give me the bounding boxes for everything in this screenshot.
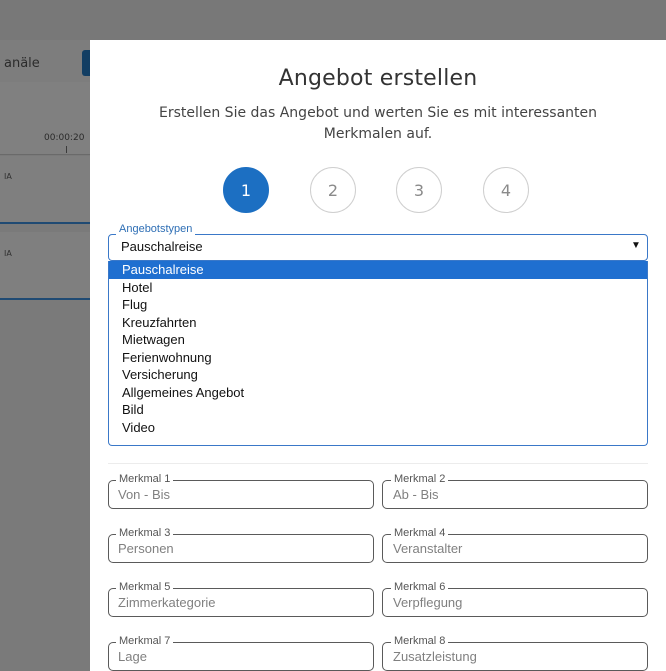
dropdown-arrow-icon[interactable]: ▼ xyxy=(631,240,641,251)
option-bild[interactable]: Bild xyxy=(109,401,647,419)
option-mietwagen[interactable]: Mietwagen xyxy=(109,331,647,349)
background-timeline-ruler xyxy=(0,82,90,155)
background-tab-channels: anäle xyxy=(4,56,40,71)
offer-type-dropdown-list: Pauschalreise Hotel Flug Kreuzfahrten Mi… xyxy=(108,261,648,446)
feature-1-placeholder: Von - Bis xyxy=(118,487,171,502)
feature-6-placeholder: Verpflegung xyxy=(393,595,463,610)
section-divider xyxy=(108,463,648,464)
option-hotel[interactable]: Hotel xyxy=(109,279,647,297)
feature-5-placeholder: Zimmerkategorie xyxy=(118,595,216,610)
step-indicator: 1 2 3 4 xyxy=(90,167,666,215)
option-flug[interactable]: Flug xyxy=(109,296,647,314)
step-2-button[interactable]: 2 xyxy=(310,167,356,213)
feature-4-label: Merkmal 4 xyxy=(391,527,449,539)
background-timeline-tick xyxy=(66,146,67,153)
offer-type-selected-value: Pauschalreise xyxy=(121,239,203,254)
background-track-label: IA xyxy=(4,249,12,258)
option-kreuzfahrten[interactable]: Kreuzfahrten xyxy=(109,314,647,332)
step-3-button[interactable]: 3 xyxy=(396,167,442,213)
option-pauschalreise[interactable]: Pauschalreise xyxy=(109,261,647,279)
feature-2-placeholder: Ab - Bis xyxy=(393,487,439,502)
option-versicherung[interactable]: Versicherung xyxy=(109,366,647,384)
background-track-label: IA xyxy=(4,172,12,181)
app-topbar xyxy=(0,0,666,40)
feature-4-placeholder: Veranstalter xyxy=(393,541,463,556)
feature-8-label: Merkmal 8 xyxy=(391,635,449,647)
feature-8-placeholder: Zusatzleistung xyxy=(393,649,477,664)
background-track xyxy=(0,156,90,224)
feature-2-label: Merkmal 2 xyxy=(391,473,449,485)
feature-7-placeholder: Lage xyxy=(118,649,147,664)
modal-subtitle: Erstellen Sie das Angebot und werten Sie… xyxy=(158,105,598,142)
feature-5-label: Merkmal 5 xyxy=(116,581,174,593)
background-track xyxy=(0,232,90,300)
feature-3-placeholder: Personen xyxy=(118,541,174,556)
background-timeline-time: 00:00:20 xyxy=(44,133,85,143)
feature-3-label: Merkmal 3 xyxy=(116,527,174,539)
modal-title: Angebot erstellen xyxy=(278,66,478,91)
offer-type-label: Angebotstypen xyxy=(116,223,196,235)
feature-6-label: Merkmal 6 xyxy=(391,581,449,593)
step-4-button[interactable]: 4 xyxy=(483,167,529,213)
create-offer-modal: Angebot erstellen Erstellen Sie das Ange… xyxy=(90,40,666,671)
option-allgemeines-angebot[interactable]: Allgemeines Angebot xyxy=(109,384,647,402)
feature-1-label: Merkmal 1 xyxy=(116,473,174,485)
step-1-button[interactable]: 1 xyxy=(223,167,269,213)
option-ferienwohnung[interactable]: Ferienwohnung xyxy=(109,349,647,367)
option-video[interactable]: Video xyxy=(109,419,647,437)
feature-7-label: Merkmal 7 xyxy=(116,635,174,647)
